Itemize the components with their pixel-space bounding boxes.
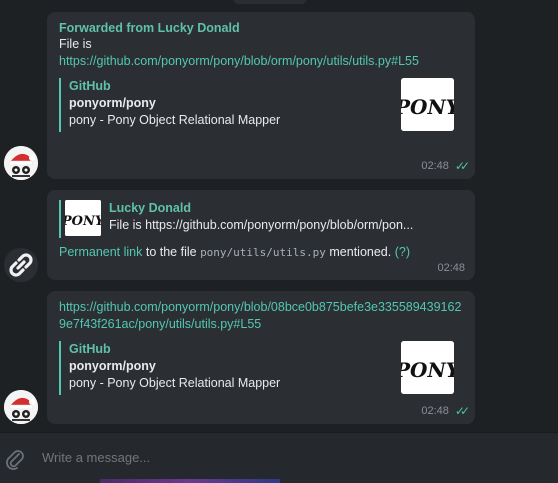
message-text: File is https://github.com/ponyorm/pony/… bbox=[59, 36, 463, 70]
taskbar-edge bbox=[100, 479, 280, 483]
message-time: 02:48 bbox=[421, 160, 449, 172]
pony-logo-icon: PONY bbox=[401, 78, 454, 131]
double-check-icon: ✓✓ bbox=[454, 404, 470, 418]
message-link[interactable]: https://github.com/ponyorm/pony/blob/orm… bbox=[59, 54, 419, 68]
message-input[interactable] bbox=[42, 450, 522, 465]
message-text: https://github.com/ponyorm/pony/blob/08b… bbox=[59, 299, 463, 333]
svg-text:PONY: PONY bbox=[401, 358, 454, 382]
preview-thumbnail[interactable]: PONY bbox=[401, 341, 454, 394]
svg-text:PONY: PONY bbox=[65, 214, 101, 229]
link-icon[interactable] bbox=[4, 248, 38, 282]
message-text-end: mentioned. bbox=[325, 245, 395, 259]
reply-author: Lucky Donald bbox=[109, 201, 191, 215]
message-meta: 02:48 ✓✓ bbox=[421, 159, 470, 173]
paperclip-icon[interactable] bbox=[3, 446, 25, 470]
reply-quote[interactable]: PONY Lucky Donald File is https://github… bbox=[59, 200, 463, 238]
link-preview[interactable]: GitHub ponyorm/pony pony - Pony Object R… bbox=[59, 341, 463, 395]
double-check-icon: ✓✓ bbox=[454, 159, 470, 173]
message-bubble-forwarded[interactable]: Forwarded from Lucky Donald File is http… bbox=[47, 12, 475, 179]
forwarded-from-label[interactable]: Forwarded from Lucky Donald bbox=[59, 20, 463, 36]
message-time: 02:48 bbox=[421, 405, 449, 417]
santa-avatar-icon[interactable] bbox=[4, 146, 38, 180]
message-meta: 02:48 ✓✓ bbox=[421, 404, 470, 418]
chat-history[interactable]: Forwarded from Lucky Donald File is http… bbox=[0, 0, 558, 432]
previous-message-edge bbox=[233, 0, 307, 4]
permanent-link[interactable]: Permanent link bbox=[59, 245, 142, 259]
preview-thumbnail[interactable]: PONY bbox=[401, 78, 454, 131]
santa-avatar-icon[interactable] bbox=[4, 390, 38, 424]
message-composer bbox=[0, 432, 558, 483]
pony-logo-icon: PONY bbox=[65, 200, 101, 236]
message-text-prefix: File is bbox=[59, 37, 92, 51]
message-time: 02:48 bbox=[437, 262, 465, 274]
file-path-code: pony/utils/utils.py bbox=[200, 246, 326, 259]
reply-content: Lucky Donald File is https://github.com/… bbox=[109, 200, 457, 234]
link-preview[interactable]: GitHub ponyorm/pony pony - Pony Object R… bbox=[59, 78, 463, 132]
help-link[interactable]: (?) bbox=[395, 245, 410, 259]
reply-thumbnail: PONY bbox=[65, 200, 101, 236]
message-link[interactable]: https://github.com/ponyorm/pony/blob/08b… bbox=[59, 300, 461, 331]
message-text: Permanent link to the file pony/utils/ut… bbox=[59, 244, 463, 261]
message-meta: 02:48 bbox=[437, 262, 465, 274]
message-text-mid: to the file bbox=[142, 245, 201, 259]
reply-text: File is https://github.com/ponyorm/pony/… bbox=[109, 218, 414, 232]
message-bubble-link[interactable]: https://github.com/ponyorm/pony/blob/08b… bbox=[47, 291, 475, 424]
pony-logo-icon: PONY bbox=[401, 341, 454, 394]
svg-text:PONY: PONY bbox=[401, 95, 454, 119]
message-bubble-bot[interactable]: PONY Lucky Donald File is https://github… bbox=[47, 190, 475, 280]
